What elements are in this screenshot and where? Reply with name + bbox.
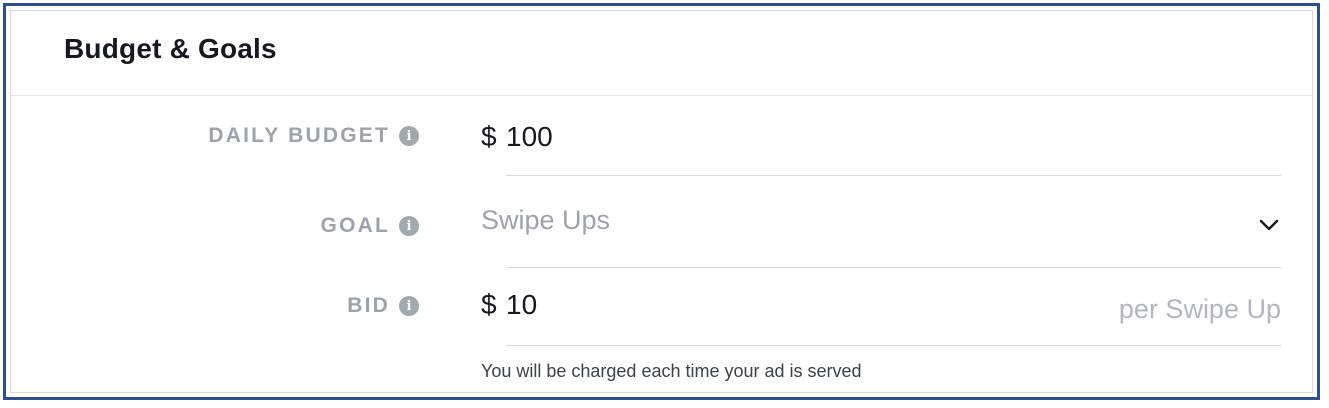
- daily-budget-label: DAILY BUDGET: [208, 124, 390, 147]
- card-header: Budget & Goals: [11, 11, 1312, 96]
- daily-budget-field[interactable]: $: [481, 107, 1281, 176]
- info-icon[interactable]: i: [399, 126, 419, 146]
- page-title: Budget & Goals: [64, 33, 277, 64]
- budget-goals-card: Budget & Goals DAILY BUDGET i $ GOAL i S…: [10, 10, 1313, 393]
- currency-symbol: $: [481, 121, 497, 152]
- bid-input[interactable]: [506, 289, 1006, 321]
- bid-field[interactable]: $ per Swipe Up: [481, 268, 1281, 346]
- screenshot-frame: Budget & Goals DAILY BUDGET i $ GOAL i S…: [3, 3, 1320, 400]
- bid-unit-suffix: per Swipe Up: [1118, 294, 1281, 324]
- goal-dropdown[interactable]: Swipe Ups: [481, 176, 1281, 268]
- daily-budget-input[interactable]: [506, 121, 1006, 153]
- info-icon[interactable]: i: [399, 216, 419, 236]
- info-icon[interactable]: i: [399, 296, 419, 316]
- chevron-down-icon[interactable]: [1257, 213, 1281, 237]
- goal-label-group: GOAL i: [321, 214, 419, 238]
- goal-selected-value[interactable]: Swipe Ups: [481, 205, 610, 236]
- currency-symbol: $: [481, 289, 497, 320]
- bid-helper-text: You will be charged each time your ad is…: [481, 361, 862, 381]
- goal-label: GOAL: [320, 214, 390, 237]
- bid-label-group: BID i: [347, 294, 419, 318]
- daily-budget-label-group: DAILY BUDGET i: [208, 124, 419, 148]
- bid-label: BID: [347, 294, 390, 317]
